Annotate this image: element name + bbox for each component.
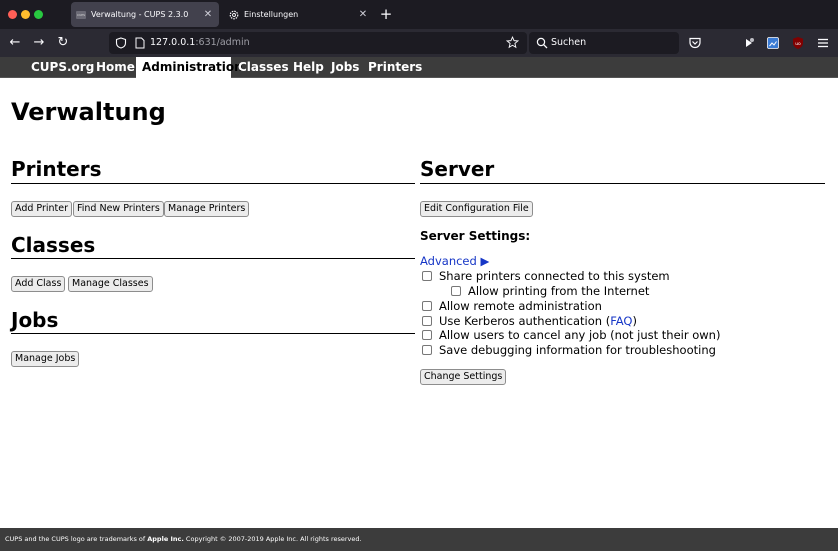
jobs-heading: Jobs <box>11 308 59 332</box>
jobs-divider <box>11 333 415 334</box>
shield-icon[interactable] <box>115 37 127 49</box>
search-placeholder: Suchen <box>551 37 587 48</box>
new-tab-button[interactable]: + <box>379 5 393 23</box>
reload-icon[interactable]: ↻ <box>55 35 71 51</box>
nav-item-administration[interactable]: Administration <box>136 57 243 78</box>
allow-internet-label[interactable]: Allow printing from the Internet <box>468 284 649 298</box>
search-input[interactable]: Suchen <box>529 32 679 54</box>
printers-divider <box>11 183 415 184</box>
cancel-jobs-option: Allow users to cancel any job (not just … <box>422 328 720 342</box>
page-title: Verwaltung <box>11 98 166 126</box>
kerberos-label[interactable]: Use Kerberos authentication ( <box>439 314 610 328</box>
browser-nav-bar: ← → ↻ 127.0.0.1:631/admin Suchen uo <box>0 29 838 57</box>
share-printers-option: Share printers connected to this system <box>422 269 670 283</box>
url-text[interactable]: 127.0.0.1:631/admin <box>150 37 250 48</box>
zoom-window-button[interactable] <box>34 10 43 19</box>
cups-nav-bar: CUPS.org Home Administration Classes Hel… <box>0 57 838 78</box>
find-new-printers-button[interactable]: Find New Printers <box>73 201 164 217</box>
close-window-button[interactable] <box>8 10 17 19</box>
nav-item-classes[interactable]: Classes <box>232 57 295 78</box>
screenshot-extension-icon[interactable] <box>766 36 780 50</box>
tab-cups-admin[interactable]: CUPS Verwaltung - CUPS 2.3.0 ✕ <box>71 2 219 27</box>
tab-title: Einstellungen <box>244 10 299 19</box>
faq-link[interactable]: FAQ <box>610 314 632 328</box>
kerberos-label-end: ) <box>632 314 637 328</box>
nav-item-home[interactable]: Home <box>90 57 141 78</box>
nav-item-help[interactable]: Help <box>287 57 330 78</box>
remote-admin-checkbox[interactable] <box>422 301 432 311</box>
debug-logging-label[interactable]: Save debugging information for troublesh… <box>439 343 716 357</box>
tab-title: Verwaltung - CUPS 2.3.0 <box>91 10 189 19</box>
allow-internet-checkbox[interactable] <box>451 286 461 296</box>
manage-classes-button[interactable]: Manage Classes <box>68 276 153 292</box>
remote-admin-label[interactable]: Allow remote administration <box>439 299 602 313</box>
gear-icon <box>229 10 239 19</box>
ublock-origin-icon[interactable]: uo <box>791 36 805 50</box>
server-heading: Server <box>420 157 495 181</box>
edit-configuration-file-button[interactable]: Edit Configuration File <box>420 201 533 217</box>
extension-icon[interactable] <box>742 36 756 50</box>
printers-heading: Printers <box>11 157 102 181</box>
remote-admin-option: Allow remote administration <box>422 299 602 313</box>
footer-text: CUPS and the CUPS logo are trademarks of… <box>5 535 362 543</box>
minimize-window-button[interactable] <box>21 10 30 19</box>
kerberos-option: Use Kerberos authentication (FAQ) <box>422 314 637 328</box>
change-settings-button[interactable]: Change Settings <box>420 369 507 385</box>
advanced-link[interactable]: Advanced ▶ <box>420 254 489 268</box>
share-printers-label[interactable]: Share printers connected to this system <box>439 269 670 283</box>
cancel-jobs-checkbox[interactable] <box>422 330 432 340</box>
footer: CUPS and the CUPS logo are trademarks of… <box>0 528 838 551</box>
url-bar[interactable]: 127.0.0.1:631/admin <box>109 32 527 54</box>
bookmark-star-icon[interactable] <box>506 36 519 49</box>
cancel-jobs-label[interactable]: Allow users to cancel any job (not just … <box>439 328 720 342</box>
svg-text:uo: uo <box>795 42 801 47</box>
classes-heading: Classes <box>11 233 96 257</box>
add-printer-button[interactable]: Add Printer <box>11 201 73 217</box>
close-tab-icon[interactable]: ✕ <box>201 9 215 20</box>
debug-logging-option: Save debugging information for troublesh… <box>422 343 716 357</box>
search-icon <box>536 37 548 49</box>
back-arrow-icon[interactable]: ← <box>7 35 23 51</box>
forward-arrow-icon[interactable]: → <box>31 35 47 51</box>
page-icon[interactable] <box>135 37 145 49</box>
server-settings-heading: Server Settings: <box>420 229 531 243</box>
browser-tab-bar: CUPS Verwaltung - CUPS 2.3.0 ✕ Einstellu… <box>0 0 838 29</box>
debug-logging-checkbox[interactable] <box>422 345 432 355</box>
add-class-button[interactable]: Add Class <box>11 276 66 292</box>
manage-jobs-button[interactable]: Manage Jobs <box>11 351 80 367</box>
close-tab-icon[interactable]: ✕ <box>356 9 370 20</box>
tab-settings[interactable]: Einstellungen ✕ <box>222 2 374 27</box>
share-printers-checkbox[interactable] <box>422 271 432 281</box>
allow-internet-option: Allow printing from the Internet <box>451 284 649 298</box>
pocket-icon[interactable] <box>688 36 702 50</box>
nav-item-jobs[interactable]: Jobs <box>325 57 365 78</box>
nav-item-printers[interactable]: Printers <box>362 57 428 78</box>
server-divider <box>420 183 825 184</box>
cups-favicon-icon: CUPS <box>76 10 86 19</box>
kerberos-checkbox[interactable] <box>422 316 432 326</box>
classes-divider <box>11 258 415 259</box>
menu-icon[interactable] <box>816 36 830 50</box>
manage-printers-button[interactable]: Manage Printers <box>164 201 250 217</box>
